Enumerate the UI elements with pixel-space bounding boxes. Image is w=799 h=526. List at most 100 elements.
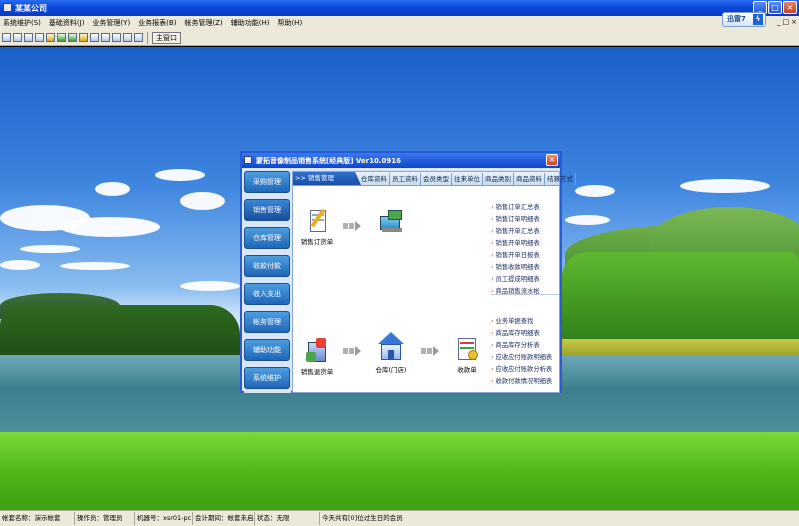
dialog-close-button[interactable]: ×	[546, 154, 558, 166]
sales-order-node[interactable]: 销售订货单	[297, 208, 337, 246]
house-icon	[374, 332, 408, 362]
link-sales-receipt-detail[interactable]: 销售收款明细表	[491, 262, 540, 271]
link-ar-ap-analysis[interactable]: 应收应付账款分析表	[491, 364, 553, 373]
mdi-controls: _ □ ×	[777, 18, 797, 26]
cloud	[95, 182, 130, 196]
stock-icon[interactable]	[46, 33, 55, 42]
sales-icon[interactable]	[24, 33, 33, 42]
menu-bar: 系统维护(S) 基础资料(J) 业务管理(Y) 业务报表(B) 帐务管理(Z) …	[0, 16, 799, 30]
sidebar-item-accounts[interactable]: 帐务管理	[244, 311, 290, 333]
workflow-diagram: 销售订货单 销售开单 销售退货单 仓库(门店) 收款单	[293, 186, 489, 392]
mdi-close-button[interactable]: ×	[791, 18, 797, 26]
payment-icon[interactable]	[79, 33, 88, 42]
forest	[0, 305, 240, 355]
link-ar-ap-detail[interactable]: 应收应付账款明细表	[491, 352, 553, 361]
receipt-node[interactable]: 收款单	[447, 336, 487, 374]
links-divider	[491, 294, 559, 295]
sidebar-item-warehouse[interactable]: 仓库管理	[244, 227, 290, 249]
tab-bar: >> 销售管理 仓库资料 员工资料 会员类型 往来单位 商品类别 商品资料 结算…	[293, 172, 576, 186]
cloud	[20, 245, 80, 253]
main-window-button[interactable]: 主窗口	[152, 31, 181, 44]
tab-warehouse-data[interactable]: 仓库资料	[359, 173, 390, 185]
lightning-icon: ϟ	[753, 14, 763, 25]
sidebar-item-sales[interactable]: 销售管理	[244, 199, 290, 221]
receipt-label: 收款单	[457, 366, 477, 374]
new-icon[interactable]	[2, 33, 11, 42]
tab-partners[interactable]: 往来单位	[452, 173, 483, 185]
sales-return-node[interactable]: 销售退货单	[297, 338, 337, 376]
cloud	[60, 217, 160, 237]
menu-tools[interactable]: 辅助功能(H)	[231, 18, 270, 28]
maximize-button[interactable]: □	[768, 1, 782, 14]
menu-help[interactable]: 帮助(H)	[277, 18, 302, 28]
app-icon	[3, 3, 12, 12]
toolbar-separator	[147, 31, 148, 44]
status-operator: 操作员：管理员	[75, 512, 135, 525]
close-button[interactable]: ×	[783, 1, 797, 14]
tab-product-data[interactable]: 商品资料	[514, 173, 545, 185]
transfer-icon[interactable]	[57, 33, 66, 42]
menu-reports[interactable]: 业务报表(B)	[138, 18, 176, 28]
xunlei-label: 迅雷7	[727, 15, 746, 23]
status-machine: 机器号：xsr01-pc	[135, 512, 193, 525]
tab-product-category[interactable]: 商品类别	[483, 173, 514, 185]
tab-staff-data[interactable]: 员工资料	[390, 173, 421, 185]
report-icon[interactable]	[90, 33, 99, 42]
link-stock-detail[interactable]: 商品库存明细表	[491, 328, 540, 337]
receipt-icon	[454, 336, 480, 362]
exit-icon[interactable]	[134, 33, 143, 42]
link-sales-issue-detail[interactable]: 销售开单明细表	[491, 238, 540, 247]
link-sales-order-detail[interactable]: 销售订单明细表	[491, 214, 540, 223]
menu-basic-data[interactable]: 基础资料(J)	[49, 18, 85, 28]
menu-accounts[interactable]: 帐务管理(Z)	[184, 18, 222, 28]
arrow-icon	[343, 221, 365, 231]
cloud	[60, 262, 130, 270]
sidebar-item-tools[interactable]: 辅助功能	[244, 339, 290, 361]
xunlei-widget[interactable]: 迅雷7 ϟ	[722, 12, 766, 27]
report-links: 销售订单汇总表 销售订单明细表 销售开单汇总表 销售开单明细表 销售开单日报表 …	[491, 186, 559, 392]
arrow-icon	[343, 346, 365, 356]
grass-field	[0, 432, 799, 510]
link-stock-analysis[interactable]: 商品库存分析表	[491, 340, 540, 349]
link-sales-order-summary[interactable]: 销售订单汇总表	[491, 202, 540, 211]
sidebar-item-purchase[interactable]: 采购管理	[244, 171, 290, 193]
main-menu-dialog: 蒙拓音像制品销售系统[经典版] Ver10.0916 × 采购管理 销售管理 仓…	[240, 151, 576, 393]
cloud	[565, 215, 610, 225]
forest	[562, 252, 799, 347]
tab-settlement[interactable]: 结算方式	[545, 173, 576, 185]
sales-return-label: 销售退货单	[300, 368, 334, 376]
status-period: 会计期间：帐套未启用	[193, 512, 255, 525]
return-icon[interactable]	[35, 33, 44, 42]
print-icon[interactable]	[112, 33, 121, 42]
mdi-minimize-button[interactable]: _	[777, 18, 781, 26]
link-sales-issue-daily[interactable]: 销售开单日报表	[491, 250, 540, 259]
current-module-label: >> 销售管理	[293, 172, 361, 185]
sidebar-item-payments[interactable]: 收款付款	[244, 255, 290, 277]
link-sales-issue-summary[interactable]: 销售开单汇总表	[491, 226, 540, 235]
menu-business[interactable]: 业务管理(Y)	[92, 18, 130, 28]
warehouse-node[interactable]: 仓库(门店)	[371, 332, 411, 374]
status-bar: 帐套名称：演示帐套 操作员：管理员 机器号：xsr01-pc 会计期间：帐套未启…	[0, 510, 799, 526]
window-title-bar: 某某公司 _ □ ×	[0, 0, 799, 16]
save-icon[interactable]	[101, 33, 110, 42]
cloud	[575, 185, 615, 197]
sidebar-item-system[interactable]: 系统维护	[244, 367, 290, 389]
link-staff-commission[interactable]: 员工提成明细表	[491, 274, 540, 283]
link-payment-detail[interactable]: 收款付款情况明细表	[491, 376, 553, 385]
arrow-icon	[421, 346, 443, 356]
menu-system[interactable]: 系统维护(S)	[3, 18, 41, 28]
money-icon[interactable]	[68, 33, 77, 42]
purchase-icon[interactable]	[13, 33, 22, 42]
status-state: 状态：无限	[255, 512, 320, 525]
tab-member-type[interactable]: 会员类型	[421, 173, 452, 185]
sales-order-icon	[304, 208, 330, 234]
sidebar-item-income-expense[interactable]: 收入支出	[244, 283, 290, 305]
sales-issue-node[interactable]: 销售开单	[371, 208, 411, 246]
status-account: 帐套名称：演示帐套	[0, 512, 75, 525]
sales-return-icon	[304, 338, 330, 364]
help-icon[interactable]	[123, 33, 132, 42]
link-document-search[interactable]: 业务单据查找	[491, 316, 534, 325]
mdi-restore-button[interactable]: □	[783, 18, 790, 26]
cloud	[680, 179, 770, 193]
quick-tabs: 仓库资料 员工资料 会员类型 往来单位 商品类别 商品资料 结算方式	[359, 173, 576, 185]
